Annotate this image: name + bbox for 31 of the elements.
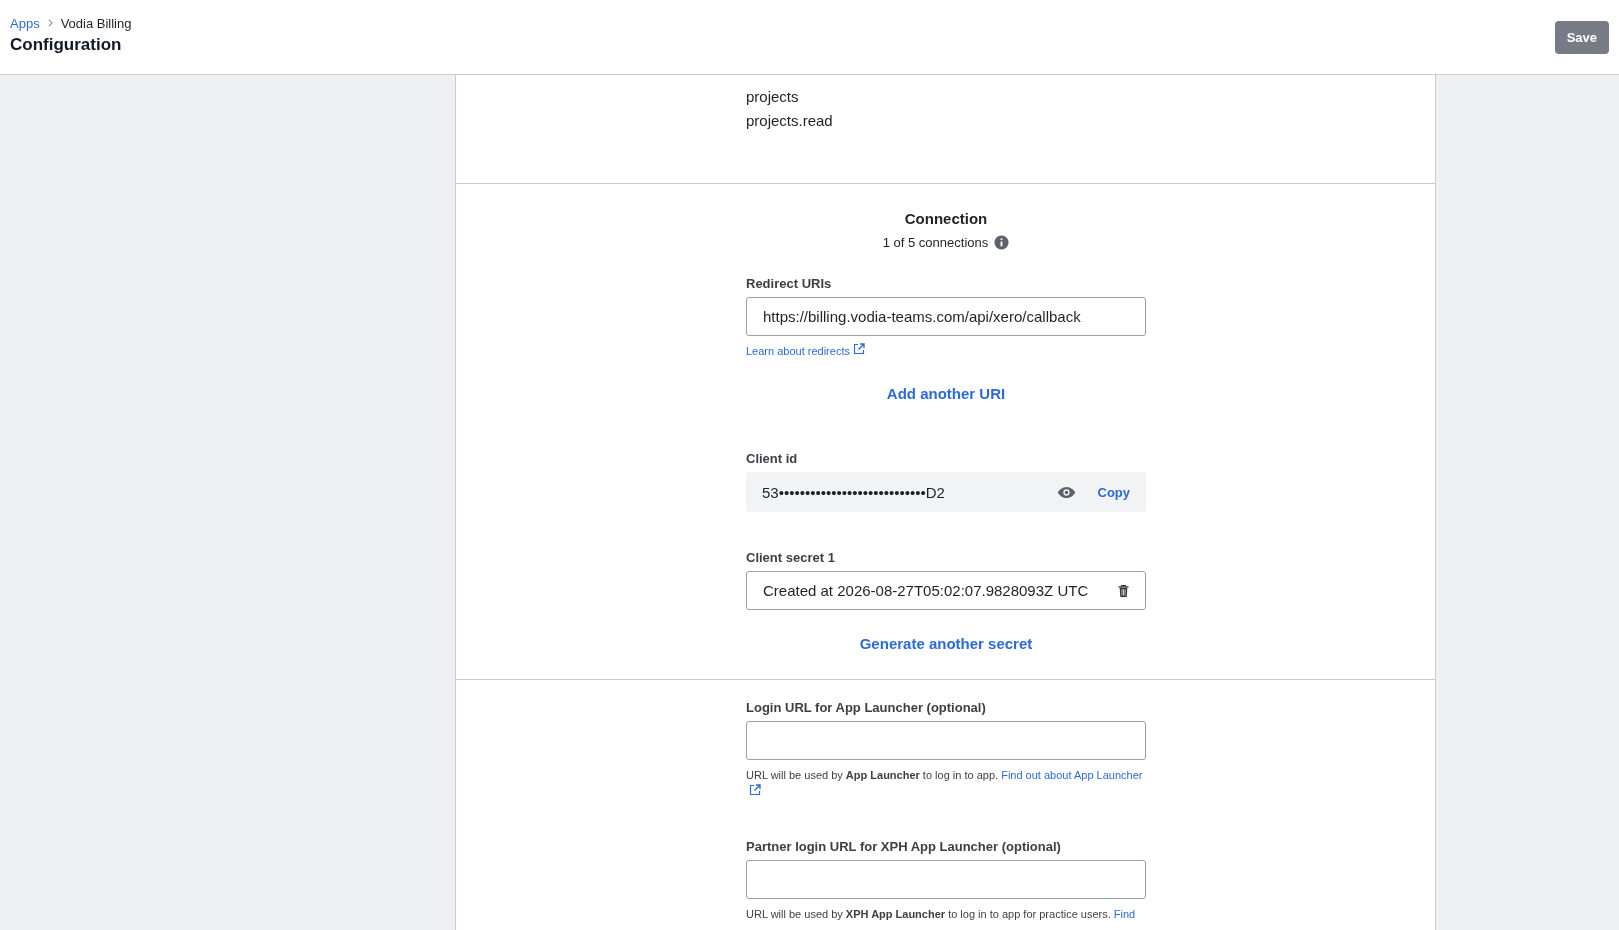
scope-text: projects.read (746, 111, 834, 131)
help-text: URL will be used by XPH App Launcher to log in to app for practice users. Find (746, 907, 1137, 922)
help-text: URL will be used by App Launcher to log in to app. Find out about App Launcher (746, 767, 1156, 799)
generate-secret-link[interactable]: Generate another secret (859, 635, 1033, 652)
field-label: Redirect URIs (746, 276, 833, 291)
field-label: Client id (746, 451, 799, 466)
redirect-uri-field[interactable]: https://billing.vodia-teams.com/api/xero/callback (746, 297, 1146, 336)
connection-count: 1 of 5 connections (882, 235, 989, 250)
breadcrumb-link[interactable]: Apps (10, 15, 40, 31)
copy-button[interactable]: Copy (1097, 484, 1130, 500)
breadcrumb-current: Vodia Billing (60, 15, 132, 31)
field-label: Client secret 1 (746, 550, 836, 565)
help-link[interactable]: Find (1113, 908, 1136, 920)
url-input-field[interactable] (746, 721, 1146, 760)
section-title: Connection (903, 210, 989, 227)
eye-icon[interactable] (1056, 485, 1076, 499)
info-icon[interactable] (994, 235, 1010, 250)
scope-text: projects (746, 87, 800, 107)
url-input-field[interactable] (746, 860, 1146, 899)
field-label: Login URL for App Launcher (optional) (746, 700, 987, 715)
field-label: Partner login URL for XPH App Launcher (optional) (746, 839, 1062, 854)
external-link-icon (852, 343, 865, 355)
trash-icon[interactable] (1118, 583, 1129, 598)
client-id-value: 53••••••••••••••••••••••••••••D2 (762, 483, 946, 501)
add-uri-link[interactable]: Add another URI (886, 385, 1006, 402)
learn-link[interactable]: Learn about redirects (746, 345, 850, 357)
help-link[interactable]: Find out about App Launcher (1001, 769, 1143, 781)
page-title: Configuration (10, 34, 123, 55)
secret-created-text: Created at 2026-08-27T05:02:07.9828093Z UTC (763, 582, 1089, 599)
save-button[interactable]: Save (1554, 20, 1609, 54)
chevron-icon (47, 19, 53, 27)
